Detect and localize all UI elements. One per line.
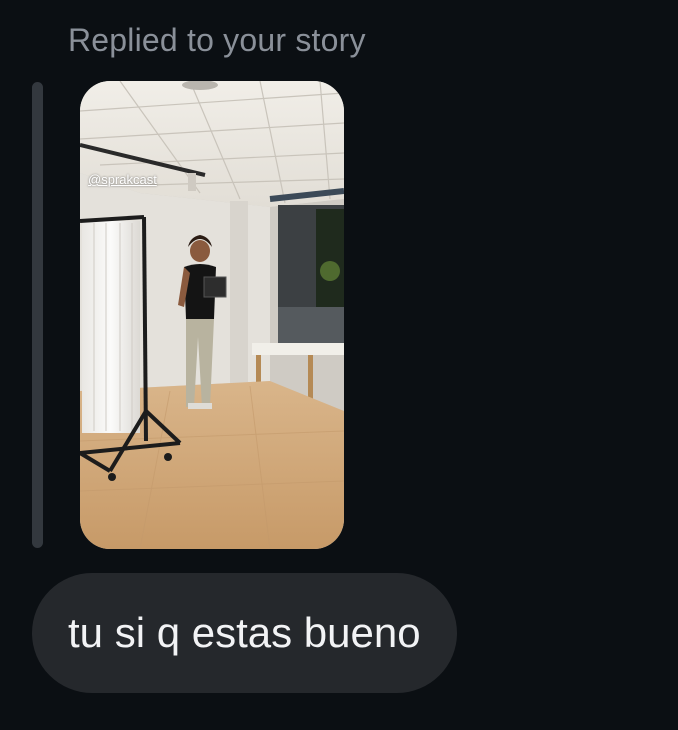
story-mention-sticker[interactable]: @sprakcast — [88, 172, 157, 187]
story-reply-label: Replied to your story — [68, 22, 366, 58]
message-bubble[interactable]: tu si q estas bueno — [32, 573, 457, 693]
story-thumbnail[interactable]: @sprakcast — [80, 81, 344, 549]
message-text: tu si q estas bueno — [68, 609, 421, 656]
story-quote-bar — [32, 82, 43, 548]
story-photo — [80, 81, 344, 549]
dm-thread: Replied to your story @sprakcast tu si q… — [0, 0, 678, 730]
